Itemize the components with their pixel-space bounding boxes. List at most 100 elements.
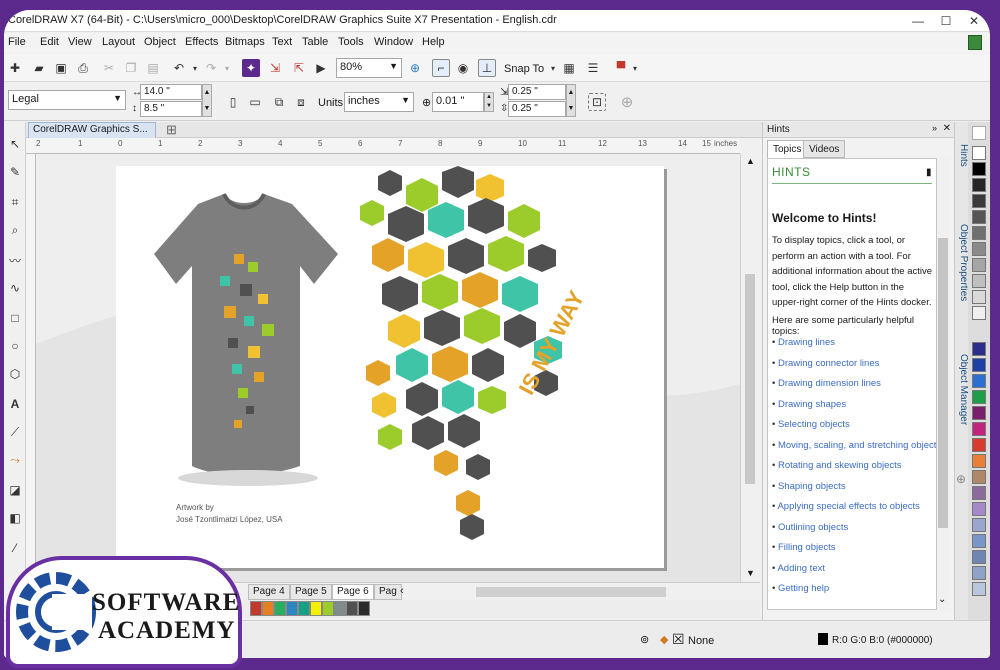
menu-tools[interactable]: Tools xyxy=(338,36,364,48)
topic-link[interactable]: Moving, scaling, and stretching objects xyxy=(772,440,936,451)
tab-topics[interactable]: Topics xyxy=(767,140,808,158)
swatch[interactable] xyxy=(972,226,986,240)
document-color-icon[interactable]: ⊚ xyxy=(640,633,649,646)
drawing-page[interactable]: IS MY WAY Artwork by José Tzontlimatzi L… xyxy=(116,166,664,568)
book-icon[interactable]: ▮ xyxy=(926,167,932,178)
show-guidelines-icon[interactable]: ⊥ xyxy=(478,59,496,77)
scroll-up-icon[interactable]: ▲ xyxy=(746,156,755,166)
page-tab[interactable]: Pag xyxy=(374,584,402,600)
ellipse-tool-icon[interactable]: ○ xyxy=(7,338,23,354)
freehand-tool-icon[interactable]: 〰 xyxy=(7,252,23,268)
menu-text[interactable]: Text xyxy=(272,36,292,48)
size-spinner-icon[interactable]: ▲ ▼ xyxy=(202,84,212,117)
vertical-scroll-thumb[interactable] xyxy=(745,274,755,484)
swatch[interactable] xyxy=(972,406,986,420)
copy-icon[interactable]: ❐ xyxy=(122,59,140,77)
swatch[interactable] xyxy=(972,470,986,484)
hints-scroll-thumb[interactable] xyxy=(938,238,948,528)
open-icon[interactable]: ▰ xyxy=(30,59,48,77)
no-color-swatch-icon[interactable] xyxy=(972,126,986,140)
redo-dropdown-icon[interactable]: ▾ xyxy=(218,59,236,77)
swatch[interactable] xyxy=(972,358,986,372)
topic-link[interactable]: Drawing shapes xyxy=(772,399,846,410)
topic-link[interactable]: Getting help xyxy=(772,583,829,594)
topic-link[interactable]: Adding text xyxy=(772,563,825,574)
menu-object[interactable]: Object xyxy=(144,36,176,48)
swatch[interactable] xyxy=(972,274,986,288)
zoom-level-select[interactable]: 80% ▼ xyxy=(336,58,402,78)
swatch[interactable] xyxy=(972,454,986,468)
landscape-icon[interactable]: ▭ xyxy=(246,93,264,111)
text-tool-icon[interactable]: A xyxy=(7,396,23,412)
close-icon[interactable]: ✕ xyxy=(960,10,988,32)
side-tab-object-properties[interactable]: Object Properties xyxy=(955,222,969,303)
parallel-dimension-icon[interactable]: ⟋ xyxy=(7,424,23,440)
swatch[interactable] xyxy=(322,601,334,616)
topic-link[interactable]: Drawing connector lines xyxy=(772,358,879,369)
menu-window[interactable]: Window xyxy=(374,36,413,48)
scroll-left-icon[interactable]: ‹ xyxy=(400,585,404,597)
swatch[interactable] xyxy=(972,582,986,596)
page-size-select[interactable]: Legal ▼ xyxy=(8,90,126,110)
swatch[interactable] xyxy=(286,601,298,616)
page-tab-active[interactable]: Page 6 xyxy=(332,584,374,600)
swatch[interactable] xyxy=(972,290,986,304)
horizontal-scrollbar[interactable] xyxy=(476,587,666,597)
account-icon[interactable] xyxy=(968,35,982,50)
show-rulers-icon[interactable]: ⌐ xyxy=(432,59,450,77)
scroll-down-icon[interactable]: ▼ xyxy=(746,568,755,578)
swatch[interactable] xyxy=(346,601,358,616)
swatch[interactable] xyxy=(310,601,322,616)
topic-link[interactable]: Drawing dimension lines xyxy=(772,378,881,389)
swatch[interactable] xyxy=(972,146,986,160)
current-page-icon[interactable]: ⧈ xyxy=(292,93,310,111)
side-tab-object-manager[interactable]: Object Manager xyxy=(955,352,969,427)
chevron-down-icon[interactable]: ⌄ xyxy=(938,594,946,605)
swatch[interactable] xyxy=(972,178,986,192)
add-preset-icon[interactable]: ⊕ xyxy=(618,93,636,111)
print-icon[interactable]: ⎙ xyxy=(74,59,92,77)
snap-to-button[interactable]: Snap To xyxy=(504,63,544,75)
full-screen-icon[interactable]: ⊕ xyxy=(406,59,424,77)
close-docker-icon[interactable]: ✕ xyxy=(943,123,951,134)
crop-tool-icon[interactable]: ⌗ xyxy=(7,194,23,210)
options-icon[interactable]: ▦ xyxy=(560,59,578,77)
swatch[interactable] xyxy=(334,601,346,616)
swatch[interactable] xyxy=(972,566,986,580)
export-icon[interactable]: ⇱ xyxy=(290,59,308,77)
connector-tool-icon[interactable]: ⤳ xyxy=(7,452,23,468)
artistic-media-icon[interactable]: ∿ xyxy=(7,280,23,296)
cut-icon[interactable]: ✂ xyxy=(100,59,118,77)
pick-tool-icon[interactable]: ↖ xyxy=(7,136,23,152)
swatch[interactable] xyxy=(972,390,986,404)
menu-table[interactable]: Table xyxy=(302,36,328,48)
vertical-scrollbar[interactable]: ▲ ▼ xyxy=(740,154,760,582)
menu-help[interactable]: Help xyxy=(422,36,445,48)
drop-shadow-icon[interactable]: ◪ xyxy=(7,482,23,498)
swatch[interactable] xyxy=(972,438,986,452)
menu-layout[interactable]: Layout xyxy=(102,36,135,48)
swatch[interactable] xyxy=(972,374,986,388)
drawing-canvas[interactable]: IS MY WAY Artwork by José Tzontlimatzi L… xyxy=(36,154,740,582)
page-tab[interactable]: Page 4 xyxy=(248,584,290,600)
all-pages-icon[interactable]: ⧉ xyxy=(270,93,288,111)
save-icon[interactable]: ▣ xyxy=(52,59,70,77)
page-height-field[interactable]: 8.5 " xyxy=(140,101,202,117)
duplicate-y-field[interactable]: 0.25 " xyxy=(508,101,566,117)
menu-bitmaps[interactable]: Bitmaps xyxy=(225,36,265,48)
document-tab[interactable]: CorelDRAW Graphics S... xyxy=(28,122,156,138)
nudge-spinner-icon[interactable]: ▲ ▼ xyxy=(484,92,494,112)
swatch[interactable] xyxy=(358,601,370,616)
topic-link[interactable]: Selecting objects xyxy=(772,419,850,430)
swatch[interactable] xyxy=(298,601,310,616)
rectangle-tool-icon[interactable]: □ xyxy=(7,310,23,326)
topic-link[interactable]: Drawing lines xyxy=(772,337,835,348)
page-width-field[interactable]: 14.0 " xyxy=(140,84,202,100)
swatch[interactable] xyxy=(972,550,986,564)
topic-link[interactable]: Shaping objects xyxy=(772,481,846,492)
topic-link[interactable]: Outlining objects xyxy=(772,522,848,533)
polygon-tool-icon[interactable]: ⬡ xyxy=(7,366,23,382)
collapse-docker-icon[interactable]: » xyxy=(932,123,937,133)
search-content-icon[interactable]: ✦ xyxy=(242,59,260,77)
publish-pdf-icon[interactable]: ▶ xyxy=(312,59,330,77)
